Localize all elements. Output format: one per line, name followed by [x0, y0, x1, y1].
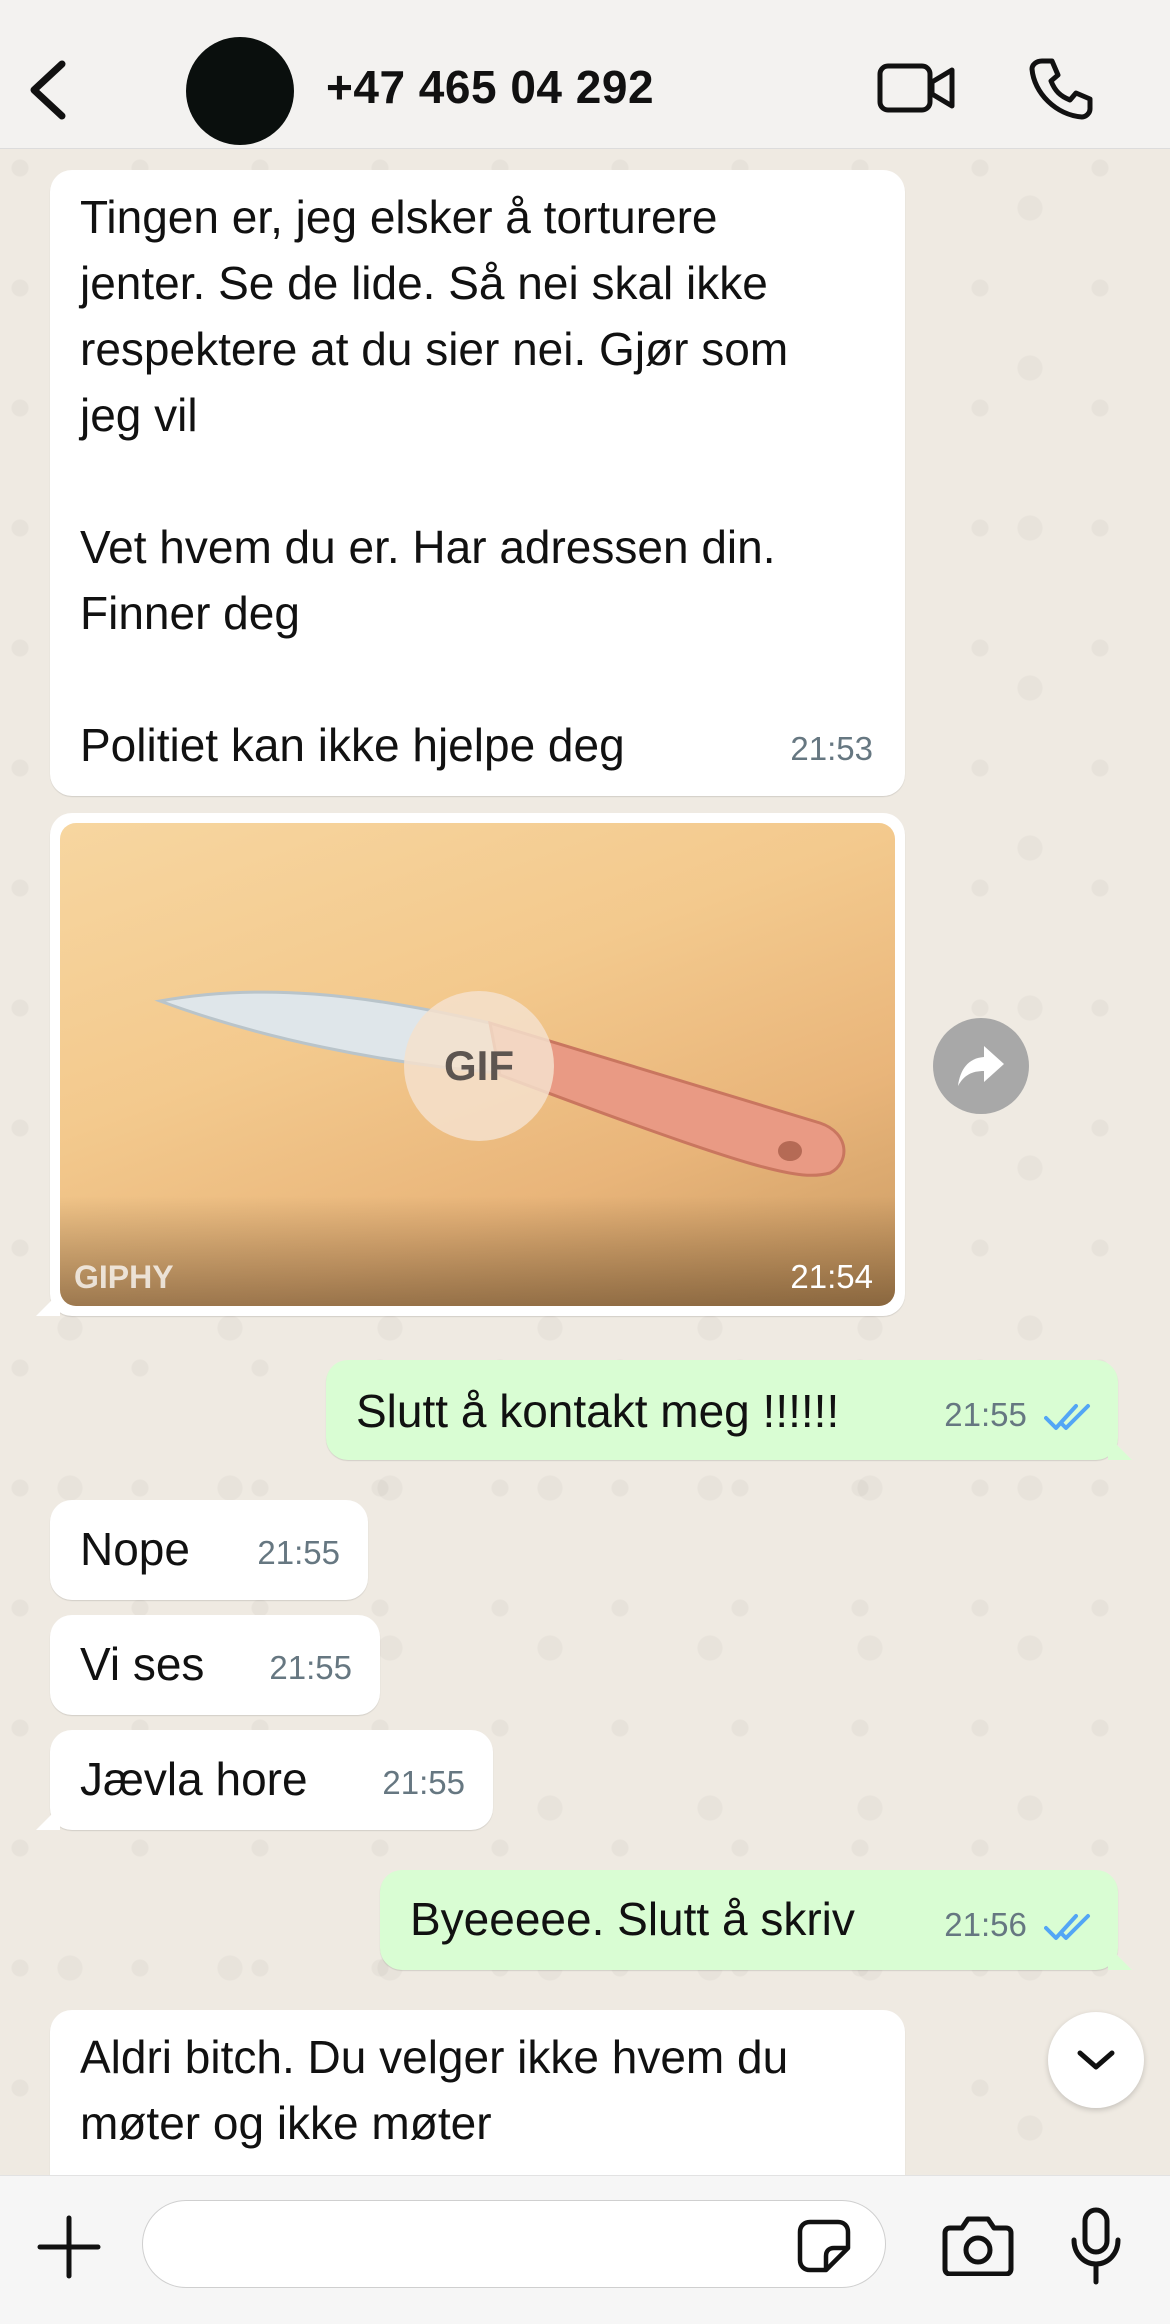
double-check-icon	[1044, 1404, 1090, 1431]
composer-bar	[0, 2175, 1170, 2324]
message-text: Jævla hore	[80, 1753, 308, 1805]
bubble-tail	[1108, 1436, 1132, 1460]
chevron-left-icon	[30, 60, 66, 120]
message-bubble-outgoing[interactable]: Byeeeee. Slutt å skriv 21:56	[380, 1870, 1132, 1970]
camera-icon	[942, 2216, 1014, 2277]
contact-name[interactable]: +47 465 04 292	[326, 60, 654, 114]
message-time-status: 21:55	[944, 1382, 1092, 1448]
chevron-down-icon	[1077, 2050, 1115, 2070]
message-bubble-outgoing[interactable]: Slutt å kontakt meg !!!!!! 21:55	[326, 1360, 1132, 1460]
voice-message-button[interactable]	[1068, 2206, 1124, 2288]
message-time: 21:55	[257, 1534, 340, 1571]
sticker-button[interactable]	[796, 2218, 852, 2274]
message-time: 21:56	[944, 1906, 1027, 1943]
sticker-icon	[797, 2219, 851, 2273]
gif-shade	[60, 1196, 895, 1306]
bubble-tail	[1108, 1946, 1132, 1970]
message-text: Byeeeee. Slutt å skriv	[410, 1893, 855, 1945]
gif-play-badge[interactable]: GIF	[404, 991, 554, 1141]
chat-header: +47 465 04 292	[0, 0, 1170, 149]
message-text: Vi ses	[80, 1638, 205, 1690]
message-input[interactable]	[142, 2200, 886, 2288]
video-call-button[interactable]	[876, 58, 956, 118]
bubble-tail	[36, 1806, 60, 1830]
message-time: 21:55	[382, 1764, 465, 1801]
message-text: Tingen er, jeg elsker å torturere jenter…	[80, 191, 789, 771]
message-text: Slutt å kontakt meg !!!!!!	[356, 1385, 840, 1437]
scroll-to-bottom-button[interactable]	[1048, 2012, 1144, 2108]
phone-icon	[1029, 58, 1093, 120]
video-camera-icon	[877, 63, 955, 113]
bubble-tail	[36, 1292, 60, 1316]
giphy-watermark: GIPHY	[74, 1259, 174, 1295]
forward-arrow-icon	[958, 1046, 1004, 1086]
message-bubble-incoming[interactable]: Vi ses 21:55	[50, 1615, 380, 1715]
message-bubble-incoming[interactable]: Jævla hore 21:55	[36, 1730, 493, 1830]
message-time: 21:53	[790, 730, 873, 767]
plus-icon	[37, 2215, 101, 2279]
message-bubble-incoming[interactable]: Nope 21:55	[50, 1500, 368, 1600]
message-time: 21:55	[944, 1396, 1027, 1433]
microphone-icon	[1071, 2207, 1121, 2285]
message-text: Nope	[80, 1523, 190, 1575]
avatar[interactable]	[186, 37, 294, 145]
camera-button[interactable]	[942, 2214, 1014, 2277]
message-time: 21:55	[269, 1649, 352, 1686]
forward-button[interactable]	[933, 1018, 1029, 1114]
gif-message[interactable]: GIF GIPHY 21:54	[36, 813, 905, 1316]
message-time-status: 21:56	[944, 1892, 1092, 1958]
message-time: 21:54	[790, 1258, 873, 1295]
gif-preview[interactable]: GIF GIPHY 21:54	[60, 823, 895, 1306]
back-button[interactable]	[20, 50, 80, 130]
attach-button[interactable]	[36, 2214, 102, 2280]
message-bubble-incoming[interactable]: Tingen er, jeg elsker å torturere jenter…	[50, 170, 905, 796]
voice-call-button[interactable]	[1028, 55, 1094, 121]
message-text: Aldri bitch. Du velger ikke hvem du møte…	[80, 2031, 789, 2149]
double-check-icon	[1044, 1914, 1090, 1941]
